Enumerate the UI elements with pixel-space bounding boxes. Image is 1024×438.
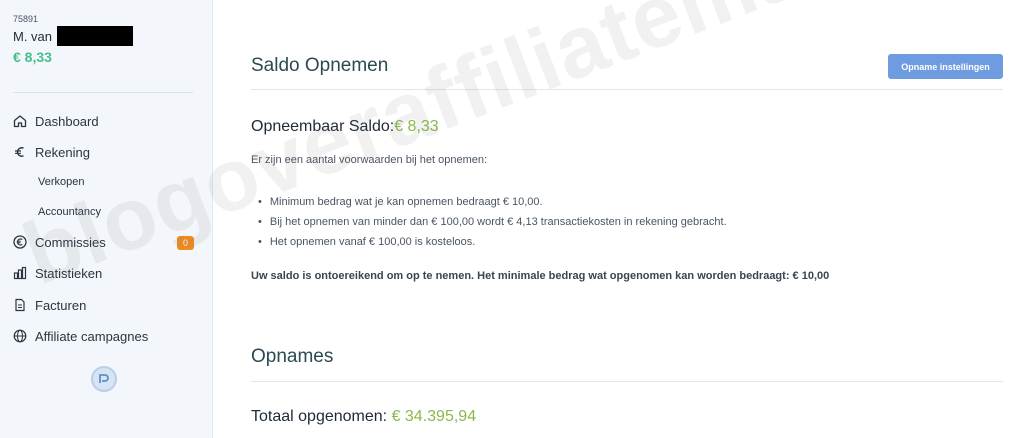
globe-icon bbox=[13, 329, 27, 343]
sidebar-item-label: Dashboard bbox=[35, 113, 99, 129]
sidebar-item-verkopen[interactable]: Verkopen bbox=[38, 176, 84, 188]
sidebar-item-label: Commissies bbox=[35, 234, 106, 250]
commissies-badge: 0 bbox=[177, 236, 194, 250]
saldo-value: € 8,33 bbox=[394, 118, 439, 135]
total-value: € 34.395,94 bbox=[391, 408, 477, 425]
list-item: Minimum bedrag wat je kan opnemen bedraa… bbox=[258, 192, 727, 212]
section-divider bbox=[251, 381, 1003, 382]
saldo-label: Opneembaar Saldo: bbox=[251, 118, 395, 135]
total-label: Totaal opgenomen: bbox=[251, 408, 388, 425]
opneembaar-saldo: Opneembaar Saldo:€ 8,33 bbox=[251, 118, 439, 136]
sidebar-item-label: Affiliate campagnes bbox=[35, 328, 149, 344]
account-balance: € 8,33 bbox=[13, 49, 52, 65]
sidebar-item-rekening[interactable]: Rekening bbox=[13, 141, 90, 163]
sidebar-item-dashboard[interactable]: Dashboard bbox=[13, 110, 99, 132]
sidebar-item-accountancy[interactable]: Accountancy bbox=[38, 206, 101, 218]
conditions-intro: Er zijn een aantal voorwaarden bij het o… bbox=[251, 154, 488, 166]
sidebar-item-affiliate-campagnes[interactable]: Affiliate campagnes bbox=[13, 325, 148, 347]
sidebar-item-statistieken[interactable]: Statistieken bbox=[13, 262, 102, 284]
redaction-bar bbox=[57, 26, 133, 46]
euro-icon bbox=[13, 145, 27, 159]
document-icon bbox=[13, 298, 27, 312]
sidebar-item-label: Facturen bbox=[35, 297, 87, 313]
list-item: Bij het opnemen van minder dan € 100,00 … bbox=[258, 212, 727, 232]
page-title: Saldo Opnemen bbox=[251, 55, 389, 76]
sidebar-divider bbox=[13, 92, 193, 93]
sidebar-item-label: Statistieken bbox=[35, 265, 103, 281]
sidebar-item-label: Rekening bbox=[35, 144, 90, 160]
account-id: 75891 bbox=[13, 14, 39, 24]
sidebar-item-commissies[interactable]: Commissies bbox=[13, 231, 106, 253]
conditions-list: Minimum bedrag wat je kan opnemen bedraa… bbox=[258, 192, 727, 252]
sidebar-item-facturen[interactable]: Facturen bbox=[13, 294, 86, 316]
section-title-opnames: Opnames bbox=[251, 346, 334, 367]
insufficient-balance-message: Uw saldo is ontoereikend om op te nemen.… bbox=[251, 270, 830, 282]
bar-chart-icon bbox=[13, 266, 27, 280]
list-item: Het opnemen vanaf € 100,00 is kosteloos. bbox=[258, 232, 727, 252]
euro-circle-icon bbox=[13, 235, 27, 249]
home-icon bbox=[13, 114, 27, 128]
account-name: M. van bbox=[13, 29, 53, 44]
opname-instellingen-button[interactable]: Opname instellingen bbox=[888, 54, 1003, 79]
sidebar: 75891 M. van € 8,33 Dashboard Rekening V… bbox=[0, 0, 213, 438]
totaal-opgenomen: Totaal opgenomen: € 34.395,94 bbox=[251, 408, 476, 426]
title-divider bbox=[251, 89, 1003, 90]
main-content: Saldo Opnemen Opname instellingen Opneem… bbox=[213, 0, 1024, 438]
brand-logo-icon bbox=[91, 366, 117, 392]
